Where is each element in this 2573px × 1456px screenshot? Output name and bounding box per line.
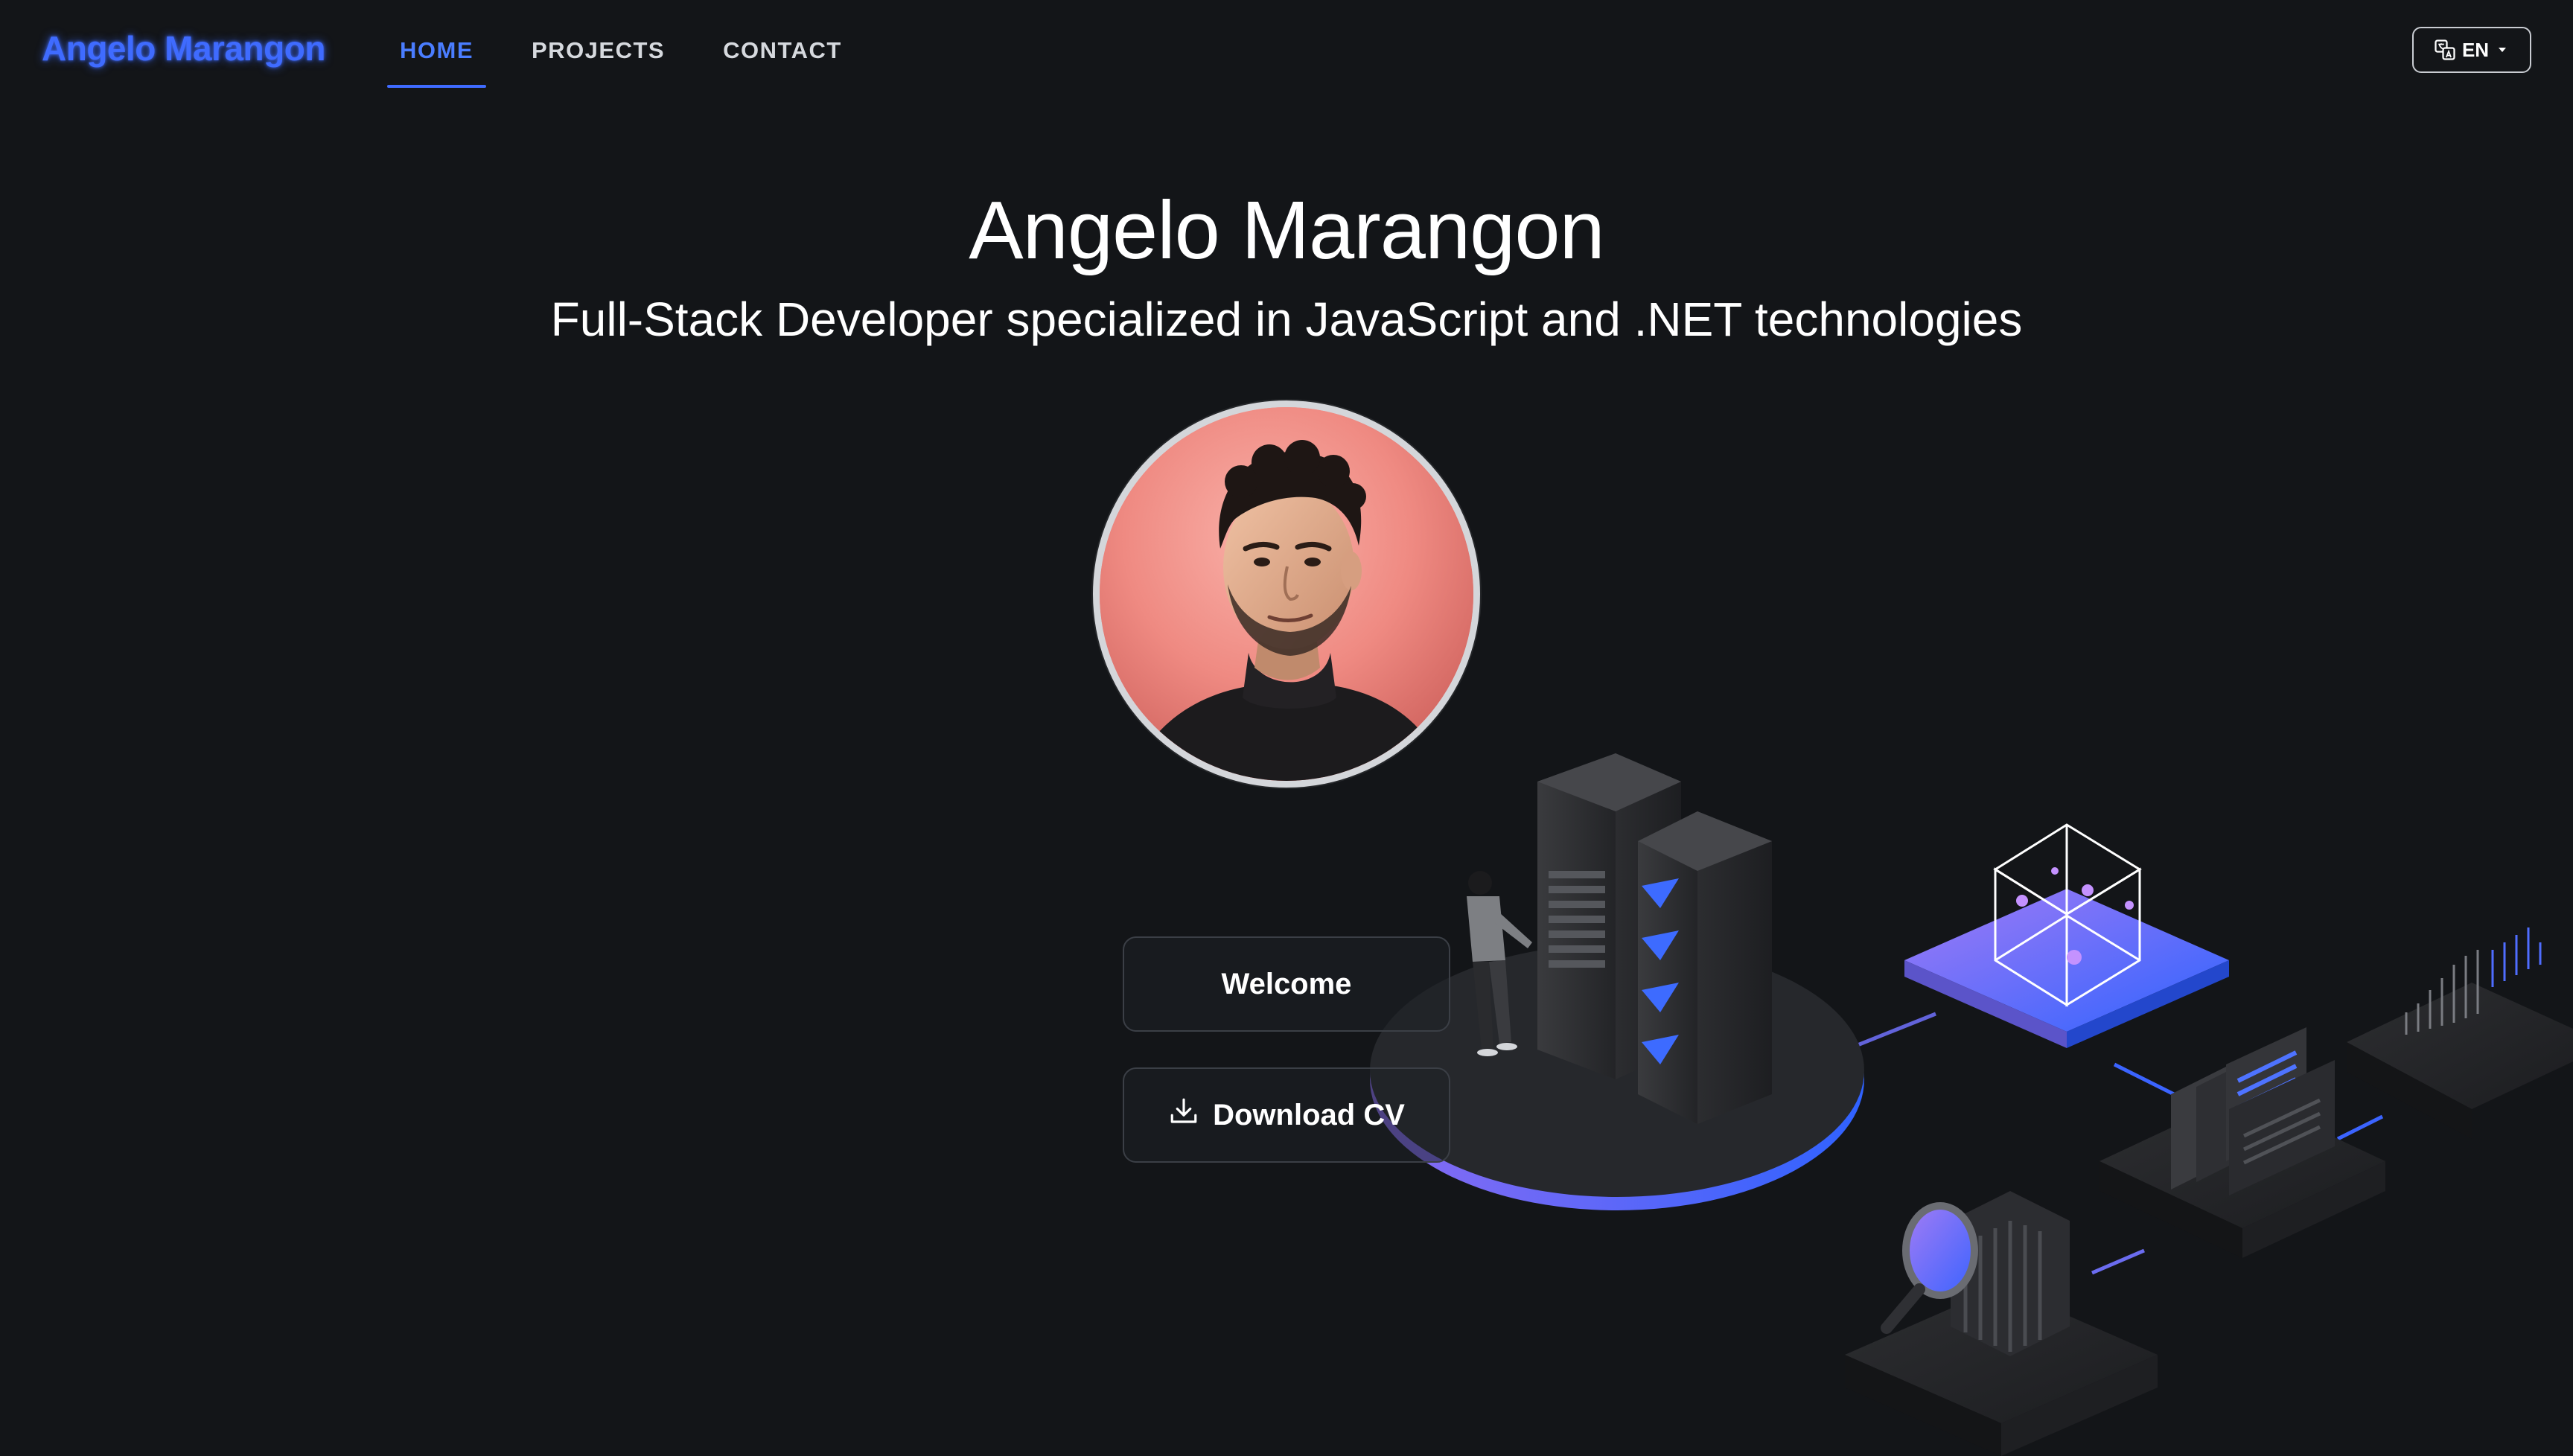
welcome-button-label: Welcome — [1221, 967, 1352, 1000]
page-subtitle: Full-Stack Developer specialized in Java… — [550, 293, 2023, 346]
download-cv-button[interactable]: Download CV — [1123, 1067, 1450, 1163]
page: Angelo Marangon HOME PROJECTS CONTACT EN… — [0, 0, 2573, 1456]
welcome-button[interactable]: Welcome — [1123, 936, 1450, 1032]
navbar: Angelo Marangon HOME PROJECTS CONTACT EN — [0, 0, 2573, 101]
hero-illustration — [1370, 753, 2573, 1456]
nav-link-projects[interactable]: PROJECTS — [519, 0, 677, 89]
caret-down-icon — [2495, 42, 2510, 57]
nav-links: HOME PROJECTS CONTACT — [387, 0, 887, 89]
avatar — [1093, 400, 1480, 788]
page-title: Angelo Marangon — [969, 185, 1604, 276]
download-cv-label: Download CV — [1213, 1098, 1405, 1131]
nav-link-home[interactable]: HOME — [387, 0, 486, 89]
download-icon — [1168, 1096, 1199, 1134]
language-selector[interactable]: EN — [2412, 27, 2531, 73]
avatar-portrait — [1100, 407, 1473, 781]
brand-logo[interactable]: Angelo Marangon — [42, 28, 325, 68]
language-label: EN — [2461, 38, 2490, 61]
translate-icon — [2434, 39, 2456, 61]
nav-link-contact[interactable]: CONTACT — [710, 0, 855, 89]
